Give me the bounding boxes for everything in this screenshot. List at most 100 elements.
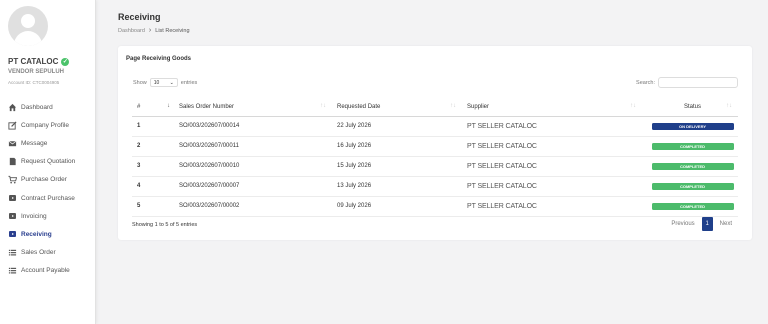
sidebar-item-receiving[interactable]: Receiving <box>0 225 96 243</box>
column-header-sales-order-number[interactable]: Sales Order Number ↑↓ <box>174 98 332 117</box>
row-number: 2 <box>132 136 174 157</box>
sidebar-item-label: Message <box>21 139 48 147</box>
page-title: Receiving <box>118 12 161 22</box>
sidebar-item-label: Request Quotation <box>21 158 76 166</box>
sort-icon: ↑↓ <box>630 103 636 109</box>
entries-length-control: Show 10 ⌄ entries <box>133 78 197 87</box>
column-header-requested-date[interactable]: Requested Date ↑↓ <box>332 98 462 117</box>
company-name: PT CATALOC ✓ <box>8 57 70 66</box>
sidebar-item-label: Receiving <box>21 230 52 238</box>
page-button-current[interactable]: 1 <box>701 217 713 231</box>
sidebar-item-account-payable[interactable]: Account Payable <box>0 262 96 280</box>
search-label: Search: <box>636 79 655 86</box>
status-cell: ON DELIVERY <box>642 116 738 137</box>
column-header-supplier[interactable]: Supplier ↑↓ <box>462 98 642 117</box>
list-icon <box>8 266 17 275</box>
row-number: 5 <box>132 196 174 217</box>
breadcrumb-current: List Receiving <box>155 27 190 34</box>
card-title: Page Receiving Goods <box>126 56 192 62</box>
supplier-name: PT SELLER CATALOC <box>462 156 642 177</box>
table-row[interactable]: 3 SO/003/202607/00010 15 July 2026 PT SE… <box>132 156 738 177</box>
sidebar-nav: Dashboard Company Profile Message Reques… <box>0 98 96 280</box>
avatar-head <box>21 14 35 28</box>
cart-icon <box>8 175 17 184</box>
table-row[interactable]: 2 SO/003/202607/00011 16 July 2026 PT SE… <box>132 136 738 157</box>
sidebar-item-request-quotation[interactable]: Request Quotation <box>0 153 96 171</box>
show-label: Show <box>133 79 147 86</box>
sidebar-item-sales-order[interactable]: Sales Order <box>0 244 96 262</box>
status-cell: COMPLETED <box>642 196 738 217</box>
receiving-card: Page Receiving Goods Show 10 ⌄ entries S… <box>118 46 752 240</box>
sidebar-item-purchase-order[interactable]: Purchase Order <box>0 171 96 189</box>
receiving-table: # ↓ Sales Order Number ↑↓ Requested Date… <box>132 98 738 217</box>
sales-order-number: SO/003/202607/00007 <box>174 176 332 197</box>
sidebar-item-label: Purchase Order <box>21 176 67 184</box>
avatar-body <box>14 31 42 46</box>
column-header-number[interactable]: # ↓ <box>132 98 174 117</box>
requested-date: 09 July 2026 <box>332 196 462 217</box>
sidebar-item-label: Company Profile <box>21 121 70 129</box>
status-badge: COMPLETED <box>651 162 734 170</box>
sidebar-item-contract-purchase[interactable]: Contract Purchase <box>0 189 96 207</box>
list-icon <box>8 248 17 257</box>
search-control: Search: <box>636 77 738 88</box>
column-header-status[interactable]: Status ↑↓ <box>642 98 738 117</box>
vendor-name: VENDOR SEPULUH <box>8 69 65 75</box>
sidebar-item-label: Contract Purchase <box>21 194 75 202</box>
table-header-row: # ↓ Sales Order Number ↑↓ Requested Date… <box>132 98 738 117</box>
sidebar-item-company-profile[interactable]: Company Profile <box>0 116 96 134</box>
sort-icon: ↑↓ <box>450 103 456 109</box>
sort-icon: ↑↓ <box>726 103 732 109</box>
supplier-name: PT SELLER CATALOC <box>462 196 642 217</box>
status-badge: ON DELIVERY <box>651 122 734 130</box>
requested-date: 13 July 2026 <box>332 176 462 197</box>
play-square-icon <box>8 212 17 221</box>
status-badge: COMPLETED <box>651 202 734 210</box>
sidebar-item-label: Sales Order <box>21 249 56 257</box>
search-input[interactable] <box>658 77 738 88</box>
row-number: 4 <box>132 176 174 197</box>
table-row[interactable]: 4 SO/003/202607/00007 13 July 2026 PT SE… <box>132 176 738 197</box>
requested-date: 22 July 2026 <box>332 116 462 137</box>
chevron-down-icon: ⌄ <box>169 79 174 86</box>
previous-page-button[interactable]: Previous <box>671 221 694 227</box>
table-row[interactable]: 5 SO/003/202607/00002 09 July 2026 PT SE… <box>132 196 738 217</box>
sidebar-item-message[interactable]: Message <box>0 134 96 152</box>
table-row[interactable]: 1 SO/003/202607/00014 22 July 2026 PT SE… <box>132 116 738 137</box>
company-name-text: PT CATALOC <box>8 57 59 66</box>
row-number: 3 <box>132 156 174 177</box>
edit-icon <box>8 121 17 130</box>
avatar[interactable] <box>8 6 48 46</box>
status-badge: COMPLETED <box>651 142 734 150</box>
sidebar-item-label: Dashboard <box>21 103 53 111</box>
row-number: 1 <box>132 116 174 137</box>
sidebar-item-invoicing[interactable]: Invoicing <box>0 207 96 225</box>
account-id: Account ID: CTC0004905 <box>8 80 60 85</box>
sales-order-number: SO/003/202607/00010 <box>174 156 332 177</box>
verified-check-icon: ✓ <box>61 57 70 66</box>
sidebar: PT CATALOC ✓ VENDOR SEPULUH Account ID: … <box>0 0 96 324</box>
sidebar-item-dashboard[interactable]: Dashboard <box>0 98 96 116</box>
sort-desc-icon: ↓ <box>167 103 170 109</box>
supplier-name: PT SELLER CATALOC <box>462 176 642 197</box>
home-icon <box>8 103 17 112</box>
breadcrumb-home-link[interactable]: Dashboard <box>118 28 145 34</box>
entries-select-value: 10 <box>153 79 160 86</box>
sales-order-number: SO/003/202607/00011 <box>174 136 332 157</box>
status-cell: COMPLETED <box>642 176 738 197</box>
entries-label: entries <box>180 79 198 86</box>
sidebar-item-label: Invoicing <box>21 212 47 220</box>
envelope-icon <box>8 139 17 148</box>
entries-select[interactable]: 10 ⌄ <box>149 78 178 87</box>
status-cell: COMPLETED <box>642 136 738 157</box>
chevron-right-icon: › <box>148 27 152 34</box>
play-square-icon <box>8 194 17 203</box>
breadcrumb: Dashboard › List Receiving <box>118 27 190 34</box>
next-page-button[interactable]: Next <box>720 221 732 227</box>
requested-date: 16 July 2026 <box>332 136 462 157</box>
document-icon <box>8 157 17 166</box>
status-cell: COMPLETED <box>642 156 738 177</box>
supplier-name: PT SELLER CATALOC <box>462 116 642 137</box>
table-info: Showing 1 to 5 of 5 entries <box>132 222 198 228</box>
status-badge: COMPLETED <box>651 182 734 190</box>
